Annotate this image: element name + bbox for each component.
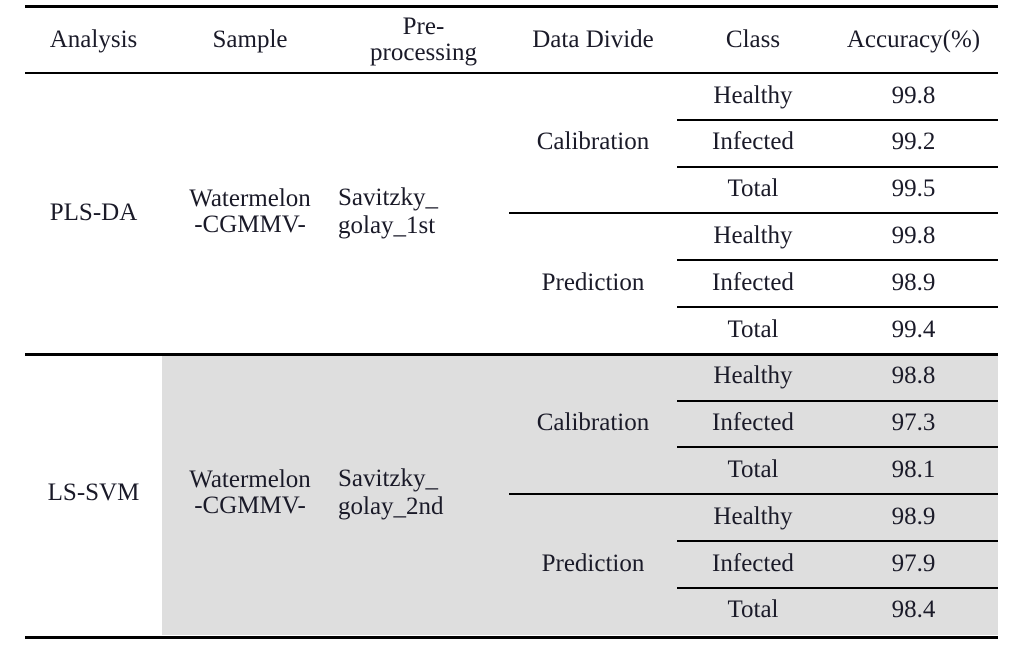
cell-class-1-0-2: Total	[727, 456, 779, 484]
column-header-analysis: Analysis	[49, 26, 138, 54]
cell-data-divide-1-0: Calibration	[536, 409, 650, 437]
cell-accuracy-1-1-0: 98.9	[891, 502, 936, 530]
cell-data-divide-0-1: Prediction	[541, 268, 645, 296]
cell-class-1-1-2: Total	[727, 596, 779, 624]
cell-class-0-1-1: Infected	[712, 268, 794, 296]
cell-class-0-0-1: Infected	[712, 128, 794, 156]
cell-preprocessing-0: Savitzky_ golay_1st	[338, 183, 438, 240]
column-header-accuracy: Accuracy(%)	[846, 26, 981, 54]
cell-data-divide-0-0: Calibration	[536, 128, 650, 156]
cell-accuracy-1-0-2: 98.1	[891, 456, 936, 484]
cell-accuracy-0-1-0: 99.8	[891, 222, 936, 250]
cell-preprocessing-1: Savitzky_ golay_2nd	[338, 464, 444, 521]
cell-accuracy-0-1-2: 99.4	[891, 315, 936, 343]
cell-class-0-1-0: Healthy	[713, 222, 793, 250]
cell-accuracy-0-0-0: 99.8	[891, 81, 936, 109]
cell-sample-0: Watermelon -CGMMV-	[189, 185, 311, 239]
cell-class-0-1-2: Total	[727, 315, 779, 343]
table-cells: Analysis Sample Pre- processing Data Divide…	[0, 0, 1015, 653]
cell-accuracy-1-0-1: 97.3	[891, 409, 936, 437]
column-header-preprocessing: Pre- processing	[370, 12, 477, 66]
column-header-sample: Sample	[212, 26, 288, 54]
column-header-data-divide: Data Divide	[532, 26, 654, 54]
cell-accuracy-1-1-1: 97.9	[891, 549, 936, 577]
cell-class-1-1-1: Infected	[712, 549, 794, 577]
cell-class-0-0-0: Healthy	[713, 81, 793, 109]
cell-accuracy-0-1-1: 98.9	[891, 268, 936, 296]
cell-sample-1: Watermelon -CGMMV-	[189, 465, 311, 520]
cell-accuracy-0-0-1: 99.2	[891, 128, 936, 156]
cell-accuracy-1-0-0: 98.8	[891, 362, 936, 390]
cell-accuracy-1-1-2: 98.4	[891, 596, 936, 624]
cell-class-0-0-2: Total	[727, 175, 779, 203]
accuracy-results-table: Analysis Sample Pre- processing Data Divide…	[0, 0, 1015, 653]
cell-class-1-1-0: Healthy	[713, 502, 793, 530]
cell-analysis-1: LS-SVM	[47, 479, 140, 507]
cell-accuracy-0-0-2: 99.5	[891, 175, 936, 203]
cell-analysis-0: PLS-DA	[49, 198, 138, 226]
cell-class-1-0-0: Healthy	[713, 362, 793, 390]
cell-data-divide-1-1: Prediction	[541, 549, 645, 577]
column-header-class: Class	[725, 26, 781, 54]
cell-class-1-0-1: Infected	[712, 409, 794, 437]
